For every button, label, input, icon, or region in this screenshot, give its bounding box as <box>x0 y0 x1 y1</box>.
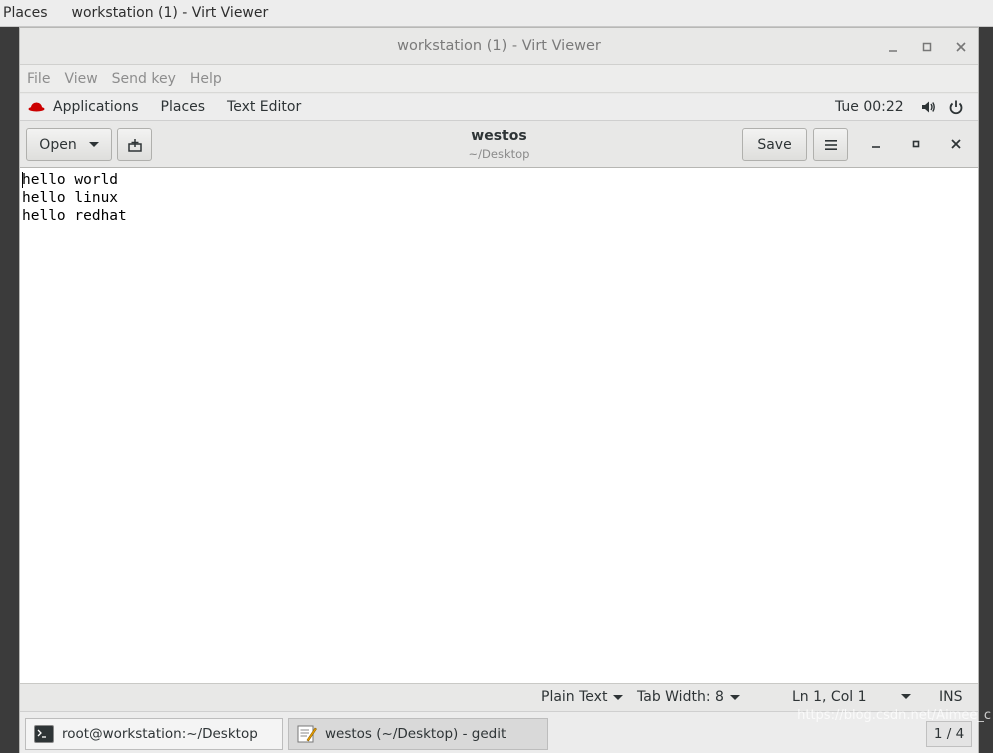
gnome-top-bar: Applications Places Text Editor Tue 00:2… <box>20 94 978 121</box>
task-gedit[interactable]: westos (~/Desktop) - gedit <box>288 718 548 750</box>
menu-send-key[interactable]: Send key <box>112 71 176 87</box>
virt-viewer-window: workstation (1) - Virt Viewer File View … <box>19 27 979 753</box>
viewer-titlebar[interactable]: workstation (1) - Virt Viewer <box>20 28 978 65</box>
hamburger-menu-button[interactable] <box>813 128 848 161</box>
app-menu-text-editor[interactable]: Text Editor <box>227 99 301 115</box>
task-terminal-label: root@workstation:~/Desktop <box>62 726 258 742</box>
insert-mode[interactable]: INS <box>939 689 963 705</box>
syntax-label: Plain Text <box>541 689 608 705</box>
redhat-logo-icon <box>28 102 45 112</box>
chevron-down-icon <box>613 694 624 700</box>
text-editor-area[interactable]: hello world hello linux hello redhat <box>20 169 978 683</box>
text-editor-icon <box>297 725 317 743</box>
workspace-pager[interactable]: 1 / 4 <box>926 721 972 747</box>
host-top-panel: Places workstation (1) - Virt Viewer <box>0 0 993 27</box>
text-cursor <box>22 172 23 188</box>
task-gedit-label: westos (~/Desktop) - gedit <box>325 726 507 742</box>
gedit-header-bar: Open westos ~/Desktop Save <box>20 121 978 168</box>
chevron-down-icon <box>729 694 740 700</box>
insert-mode-label: INS <box>939 689 963 705</box>
text-line[interactable]: hello linux <box>22 189 978 207</box>
tab-width-label: Tab Width: 8 <box>637 689 724 705</box>
viewer-maximize-icon[interactable] <box>920 40 934 54</box>
volume-icon[interactable] <box>920 99 936 115</box>
clock[interactable]: Tue 00:22 <box>835 99 904 115</box>
viewer-minimize-icon[interactable] <box>886 40 900 54</box>
menu-view[interactable]: View <box>64 71 97 87</box>
watermark: https://blog.csdn.net/Aimee_c <box>797 708 991 723</box>
text-line[interactable]: hello redhat <box>22 207 978 225</box>
host-places-menu[interactable]: Places <box>0 5 48 21</box>
task-terminal[interactable]: root@workstation:~/Desktop <box>25 718 283 750</box>
host-window-title[interactable]: workstation (1) - Virt Viewer <box>72 5 269 21</box>
viewer-menubar: File View Send key Help <box>20 65 978 93</box>
syntax-selector[interactable]: Plain Text <box>541 689 624 705</box>
terminal-icon <box>34 725 54 743</box>
save-button[interactable]: Save <box>742 128 807 161</box>
hamburger-icon <box>824 139 837 150</box>
menu-help[interactable]: Help <box>190 71 222 87</box>
cursor-position-label: Ln 1, Col 1 <box>792 689 867 705</box>
gedit-statusbar: Plain Text Tab Width: 8 Ln 1, Col 1 INS <box>20 683 978 711</box>
places-menu[interactable]: Places <box>161 99 206 115</box>
power-icon[interactable] <box>948 99 964 115</box>
viewer-close-icon[interactable] <box>954 40 968 54</box>
close-icon[interactable] <box>947 135 965 153</box>
viewer-title: workstation (1) - Virt Viewer <box>397 38 601 54</box>
menu-file[interactable]: File <box>27 71 50 87</box>
position-dropdown[interactable] <box>901 694 911 699</box>
cursor-position[interactable]: Ln 1, Col 1 <box>792 689 867 705</box>
applications-menu[interactable]: Applications <box>53 99 139 115</box>
text-line[interactable]: hello world <box>22 171 978 189</box>
maximize-icon[interactable] <box>907 135 925 153</box>
tab-width-selector[interactable]: Tab Width: 8 <box>637 689 740 705</box>
guest-screen: Applications Places Text Editor Tue 00:2… <box>20 94 978 753</box>
chevron-down-icon <box>901 694 911 699</box>
minimize-icon[interactable] <box>867 135 885 153</box>
